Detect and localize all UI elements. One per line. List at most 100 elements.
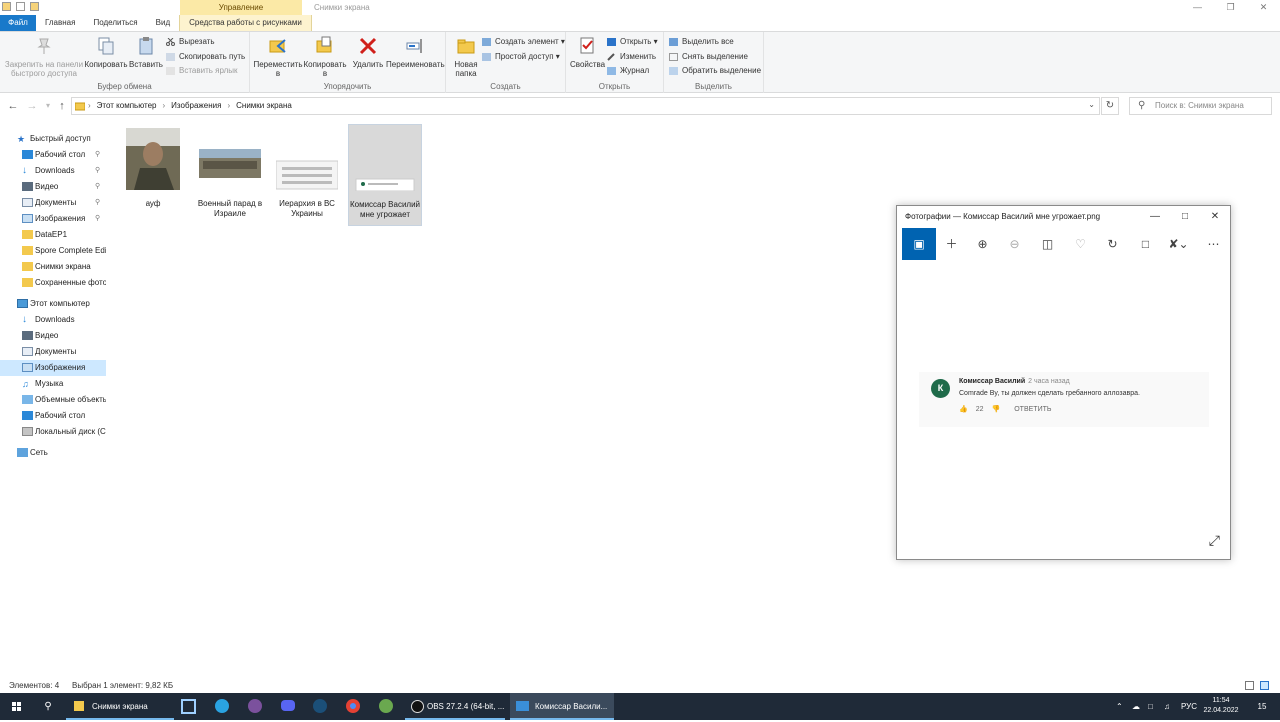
- nav-quick-spore[interactable]: Spore Complete Edi: [0, 243, 106, 259]
- taskbar-photos-app-icon[interactable]: [180, 693, 198, 720]
- nav-network[interactable]: Сеть: [0, 445, 106, 461]
- start-button[interactable]: [0, 693, 34, 720]
- close-button[interactable]: ✕: [1247, 0, 1280, 15]
- new-item-button[interactable]: Создать элемент ▾: [482, 36, 565, 48]
- nav-pc-documents[interactable]: Документы: [0, 344, 106, 360]
- edit-button[interactable]: Изменить: [607, 51, 656, 63]
- fullscreen-expand-icon[interactable]: ⤢: [1209, 532, 1220, 549]
- properties-qat-icon[interactable]: [16, 2, 25, 11]
- rename-button[interactable]: Переименовать: [386, 36, 445, 69]
- photos-minimize-button[interactable]: —: [1140, 206, 1170, 228]
- new-folder-qat-icon[interactable]: [30, 2, 39, 11]
- viber-icon[interactable]: [246, 693, 264, 720]
- forward-button[interactable]: →: [25, 99, 39, 113]
- easy-access-button[interactable]: Простой доступ ▾: [482, 51, 560, 63]
- copy-button[interactable]: Копировать: [84, 36, 128, 69]
- nav-quick-videos[interactable]: Видео ⚲: [0, 179, 106, 195]
- delete-button[interactable]: Удалить: [350, 36, 386, 69]
- file-item[interactable]: Военный парад в Израиле: [193, 124, 267, 226]
- show-hidden-icons[interactable]: ⌃: [1116, 693, 1123, 720]
- tab-home[interactable]: Главная: [36, 15, 84, 31]
- tab-share[interactable]: Поделиться: [84, 15, 146, 31]
- nav-pc-music[interactable]: ♫ Музыка: [0, 376, 106, 392]
- details-view-icon[interactable]: [1245, 681, 1254, 690]
- nav-quick-pictures[interactable]: Изображения ⚲: [0, 211, 106, 227]
- network-tray-icon[interactable]: □: [1148, 693, 1153, 720]
- properties-button[interactable]: Свойства: [570, 36, 605, 69]
- new-folder-button[interactable]: Новая папка: [450, 36, 482, 78]
- taskbar-explorer[interactable]: Снимки экрана: [66, 693, 174, 720]
- rotate-icon[interactable]: ↻: [1096, 228, 1129, 260]
- cut-button[interactable]: Вырезать: [166, 36, 215, 48]
- nav-pc-desktop[interactable]: Рабочий стол: [0, 408, 106, 424]
- paste-shortcut-button[interactable]: Вставить ярлык: [166, 65, 238, 77]
- breadcrumb-pictures[interactable]: Изображения: [171, 98, 221, 114]
- utorrent-icon[interactable]: [377, 693, 395, 720]
- up-button[interactable]: ↑: [55, 99, 69, 113]
- steam-icon[interactable]: [311, 693, 329, 720]
- onedrive-icon[interactable]: ☁: [1132, 693, 1140, 720]
- nav-this-pc[interactable]: Этот компьютер: [0, 296, 106, 312]
- file-item[interactable]: Иерархия в ВС Украины: [270, 124, 344, 226]
- nav-pc-pictures[interactable]: Изображения: [0, 360, 106, 376]
- nav-pc-downloads[interactable]: ↓ Downloads: [0, 312, 106, 328]
- refresh-button[interactable]: ↻: [1101, 97, 1119, 115]
- discord-icon[interactable]: [279, 693, 297, 720]
- nav-quick-desktop[interactable]: Рабочий стол ⚲: [0, 147, 106, 163]
- favorite-icon[interactable]: ♡: [1064, 228, 1097, 260]
- select-none-button[interactable]: Снять выделение: [669, 51, 748, 63]
- paste-button[interactable]: Вставить: [128, 36, 164, 69]
- chrome-icon[interactable]: [344, 693, 362, 720]
- nav-quick-screenshots[interactable]: Снимки экрана: [0, 259, 106, 275]
- nav-pc-local-disk[interactable]: Локальный диск (C: [0, 424, 106, 440]
- language-indicator[interactable]: РУС: [1181, 693, 1197, 720]
- breadcrumb-this-pc[interactable]: Этот компьютер: [97, 98, 157, 114]
- copy-path-button[interactable]: Скопировать путь: [166, 51, 245, 63]
- zoom-out-icon[interactable]: ⊖: [998, 228, 1031, 260]
- history-button[interactable]: Журнал: [607, 65, 649, 77]
- delete-icon[interactable]: ◫: [1031, 228, 1064, 260]
- nav-quick-dataep1[interactable]: DataEP1: [0, 227, 106, 243]
- restore-button[interactable]: ❐: [1214, 0, 1247, 15]
- search-icon[interactable]: ⚲: [34, 693, 62, 720]
- nav-quick-saved-photos[interactable]: Сохраненные фото: [0, 275, 106, 291]
- minimize-button[interactable]: —: [1181, 0, 1214, 15]
- tab-file[interactable]: Файл: [0, 15, 36, 31]
- more-icon[interactable]: ⋯: [1197, 228, 1230, 260]
- notifications-button[interactable]: 15: [1252, 693, 1272, 720]
- large-icons-view-icon[interactable]: [1260, 681, 1269, 690]
- address-bar[interactable]: › Этот компьютер › Изображения › Снимки …: [71, 97, 1100, 115]
- clock[interactable]: 11:54 22.04.2022: [1200, 696, 1242, 716]
- tab-view[interactable]: Вид: [147, 15, 179, 31]
- nav-quick-documents[interactable]: Документы ⚲: [0, 195, 106, 211]
- recent-locations-button[interactable]: ▾: [41, 99, 55, 113]
- move-to-button[interactable]: Переместить в: [253, 36, 303, 78]
- address-dropdown-icon[interactable]: ⌄: [1088, 100, 1095, 109]
- pin-button[interactable]: Закрепить на панели быстрого доступа: [4, 36, 84, 78]
- search-input[interactable]: ⚲ Поиск в: Снимки экрана: [1129, 97, 1272, 115]
- photos-close-button[interactable]: ✕: [1200, 206, 1230, 228]
- open-button[interactable]: Открыть ▾: [607, 36, 658, 48]
- see-all-photos-button[interactable]: ▣: [902, 228, 936, 260]
- crop-icon[interactable]: □: [1129, 228, 1162, 260]
- copy-to-button[interactable]: Копировать в: [302, 36, 348, 78]
- invert-selection-button[interactable]: Обратить выделение: [669, 65, 761, 77]
- photos-maximize-button[interactable]: □: [1170, 206, 1200, 228]
- telegram-icon[interactable]: [213, 693, 231, 720]
- file-item-selected[interactable]: Комиссар Василий мне угрожает: [348, 124, 422, 226]
- breadcrumb-screenshots[interactable]: Снимки экрана: [236, 98, 292, 114]
- nav-quick-downloads[interactable]: ↓ Downloads ⚲: [0, 163, 106, 179]
- select-all-button[interactable]: Выделить все: [669, 36, 734, 48]
- tab-picture-tools[interactable]: Средства работы с рисунками: [179, 15, 312, 31]
- context-tab-manage[interactable]: Управление: [180, 0, 302, 15]
- file-item[interactable]: ауф: [116, 124, 190, 226]
- taskbar-obs[interactable]: OBS 27.2.4 (64-bit, ...: [405, 693, 505, 720]
- add-button[interactable]: ＋: [935, 228, 968, 260]
- volume-icon[interactable]: ♫: [1164, 693, 1170, 720]
- back-button[interactable]: ←: [6, 99, 20, 113]
- nav-pc-3d-objects[interactable]: Объемные объекты: [0, 392, 106, 408]
- edit-draw-icon[interactable]: ✘⌄: [1162, 228, 1195, 260]
- nav-pc-videos[interactable]: Видео: [0, 328, 106, 344]
- taskbar-photos[interactable]: Комиссар Васили...: [510, 693, 614, 720]
- nav-quick-access[interactable]: ★ Быстрый доступ: [0, 131, 106, 147]
